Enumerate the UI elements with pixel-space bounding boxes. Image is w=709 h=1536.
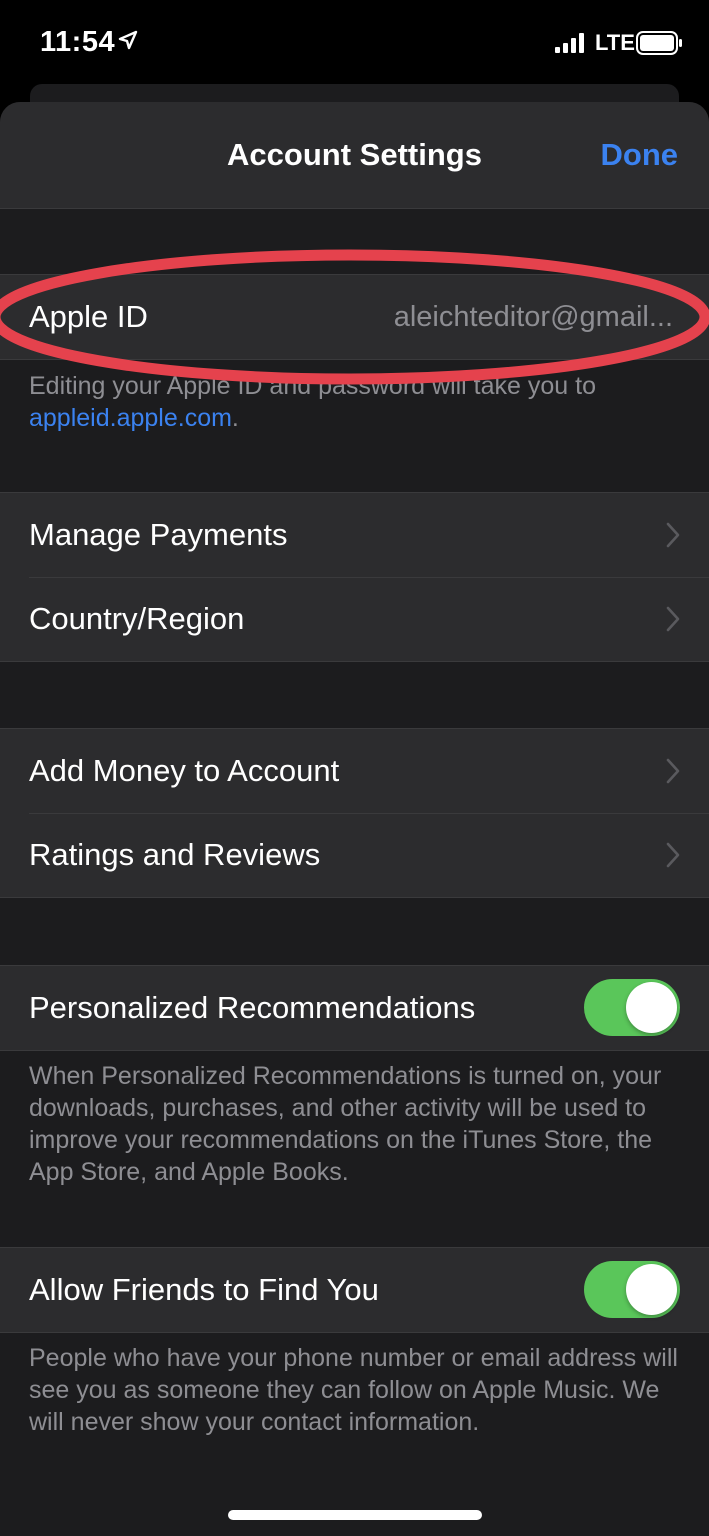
apple-id-label: Apple ID <box>29 299 148 334</box>
nav-bar: Account Settings Done <box>0 102 709 209</box>
chevron-right-icon <box>666 758 680 784</box>
add-money-row[interactable]: Add Money to Account <box>0 729 709 813</box>
apple-id-row[interactable]: Apple ID aleichteditor@gmail... <box>0 275 709 359</box>
chevron-right-icon <box>666 522 680 548</box>
status-time: 11:54 <box>40 26 116 58</box>
chevron-right-icon <box>666 606 680 632</box>
friends-row: Allow Friends to Find You <box>0 1248 709 1332</box>
personalized-footer: When Personalized Recommendations is tur… <box>29 1062 662 1186</box>
apple-id-group: Apple ID aleichteditor@gmail... <box>0 274 709 360</box>
done-button[interactable]: Done <box>601 137 679 173</box>
country-region-row[interactable]: Country/Region <box>0 577 709 661</box>
apple-id-value: aleichteditor@gmail... <box>393 301 673 333</box>
appleid-link[interactable]: appleid.apple.com <box>29 404 232 432</box>
friends-label: Allow Friends to Find You <box>29 1272 379 1307</box>
chevron-right-icon <box>666 842 680 868</box>
apple-id-footer: Editing your Apple ID and password will … <box>29 370 679 434</box>
personalized-label: Personalized Recommendations <box>29 990 476 1025</box>
apple-id-footer-suffix: . <box>231 404 239 432</box>
account-settings-sheet: Account Settings Done Apple ID aleichted… <box>0 102 709 1536</box>
manage-payments-row[interactable]: Manage Payments <box>0 493 709 577</box>
friends-group: Allow Friends to Find You <box>0 1247 709 1333</box>
location-arrow-icon <box>118 30 138 50</box>
signal-icon <box>555 33 584 53</box>
friends-footer: People who have your phone number or ema… <box>29 1344 678 1436</box>
payments-group: Manage Payments Country/Region <box>0 492 709 662</box>
ratings-reviews-label: Ratings and Reviews <box>29 837 321 872</box>
carrier-label: LTE <box>595 30 635 55</box>
money-group: Add Money to Account Ratings and Reviews <box>0 728 709 898</box>
personalized-row: Personalized Recommendations <box>0 966 709 1050</box>
battery-icon <box>636 31 682 55</box>
add-money-label: Add Money to Account <box>29 753 340 788</box>
apple-id-footer-text: Editing your Apple ID and password will … <box>29 372 596 400</box>
country-region-label: Country/Region <box>29 601 245 636</box>
manage-payments-label: Manage Payments <box>29 517 288 552</box>
status-bar: 11:54 LTE <box>0 0 709 90</box>
friends-toggle[interactable] <box>584 1261 680 1318</box>
toggle-knob <box>626 982 677 1033</box>
home-indicator <box>228 1510 482 1520</box>
toggle-knob <box>626 1264 677 1315</box>
ratings-reviews-row[interactable]: Ratings and Reviews <box>0 813 709 897</box>
personalized-group: Personalized Recommendations <box>0 965 709 1051</box>
personalized-toggle[interactable] <box>584 979 680 1036</box>
